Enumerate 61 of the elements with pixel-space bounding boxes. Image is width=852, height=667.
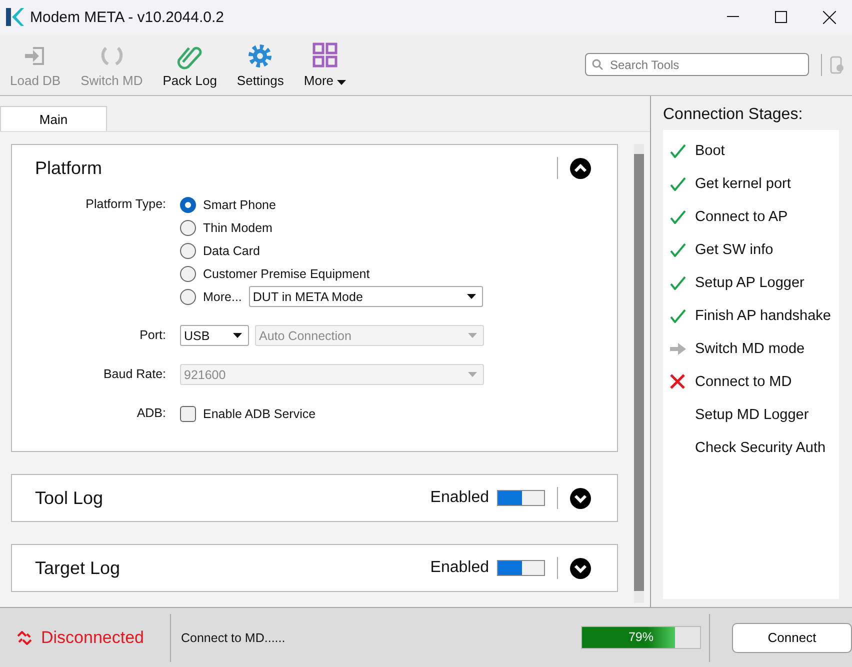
expand-icon[interactable]	[570, 488, 591, 508]
toolbar-button[interactable]: More	[298, 38, 352, 92]
collapse-icon[interactable]	[570, 158, 591, 178]
radio-button[interactable]	[180, 242, 196, 258]
caret-icon	[468, 333, 477, 338]
stage-label: Check Security Auth	[695, 440, 826, 456]
maximize-icon[interactable]	[775, 11, 787, 23]
grid-icon	[310, 42, 340, 70]
field-label: ADB:	[136, 405, 166, 422]
progress-reading: 79%	[627, 630, 655, 644]
caret-icon	[468, 372, 477, 377]
radio-button[interactable]	[180, 196, 196, 212]
scrollbar-thumb[interactable]	[634, 154, 644, 591]
toggle-switch[interactable]	[497, 490, 545, 506]
stage-label: Boot	[695, 142, 725, 158]
toolbar-button[interactable]: Pack Log	[156, 38, 223, 92]
toolbar-button[interactable]: Settings	[230, 38, 290, 92]
caret-icon	[466, 294, 476, 299]
stage-label: Get kernel port	[695, 176, 791, 192]
stage-label: Connect to AP	[695, 208, 788, 224]
caret-icon	[233, 333, 242, 338]
radio-label: Smart Phone	[203, 198, 276, 212]
tab[interactable]: Main	[0, 106, 107, 131]
radio-label: Data Card	[203, 244, 260, 258]
radio-label: Thin Modem	[203, 220, 272, 234]
connection-status: Disconnected	[41, 628, 144, 648]
checkbox-label: Enable ADB Service	[203, 406, 316, 420]
field-label: Baud Rate:	[102, 366, 166, 383]
radio-button[interactable]	[180, 266, 196, 282]
search-icon	[592, 59, 603, 70]
stage-label: Setup MD Logger	[695, 406, 809, 422]
radio-label: Customer Premise Equipment	[203, 266, 370, 280]
close-icon[interactable]	[822, 10, 836, 24]
field-label: Port:	[138, 327, 166, 344]
section-title: Platform	[35, 158, 104, 178]
stage-label: Get SW info	[695, 242, 774, 258]
section-title: Tool Log	[35, 488, 104, 508]
radio-label: More...	[203, 290, 242, 304]
radio-button[interactable]	[180, 288, 196, 304]
status-message: Connect to MD......	[180, 630, 286, 644]
expand-icon[interactable]	[570, 558, 591, 578]
section-title: Target Log	[35, 558, 122, 578]
app-logo-icon	[6, 8, 24, 26]
stage-label: Setup AP Logger	[695, 274, 804, 290]
minimize-icon[interactable]	[727, 16, 739, 18]
panel-title: Connection Stages:	[663, 106, 804, 124]
radio-button[interactable]	[180, 220, 196, 236]
toggle-switch[interactable]	[497, 560, 545, 576]
connect-button[interactable]: Connect	[732, 622, 852, 652]
window-title: Modem META - v10.2044.0.2	[30, 8, 225, 26]
status-label: Enabled	[430, 559, 489, 577]
search-box[interactable]: Search Tools	[585, 53, 809, 76]
field-label: Platform Type:	[84, 196, 166, 213]
stage-label: Connect to MD	[695, 374, 792, 390]
stage-label: Finish AP handshake	[695, 308, 831, 324]
checkbox[interactable]	[180, 406, 196, 422]
status-label: Enabled	[430, 489, 489, 507]
search-field[interactable]: Search Tools	[608, 56, 798, 72]
mode-dropdown[interactable]: DUT in META Mode	[248, 286, 483, 307]
port-dropdown[interactable]: USB	[180, 325, 249, 346]
stage-label: Switch MD mode	[695, 340, 805, 356]
